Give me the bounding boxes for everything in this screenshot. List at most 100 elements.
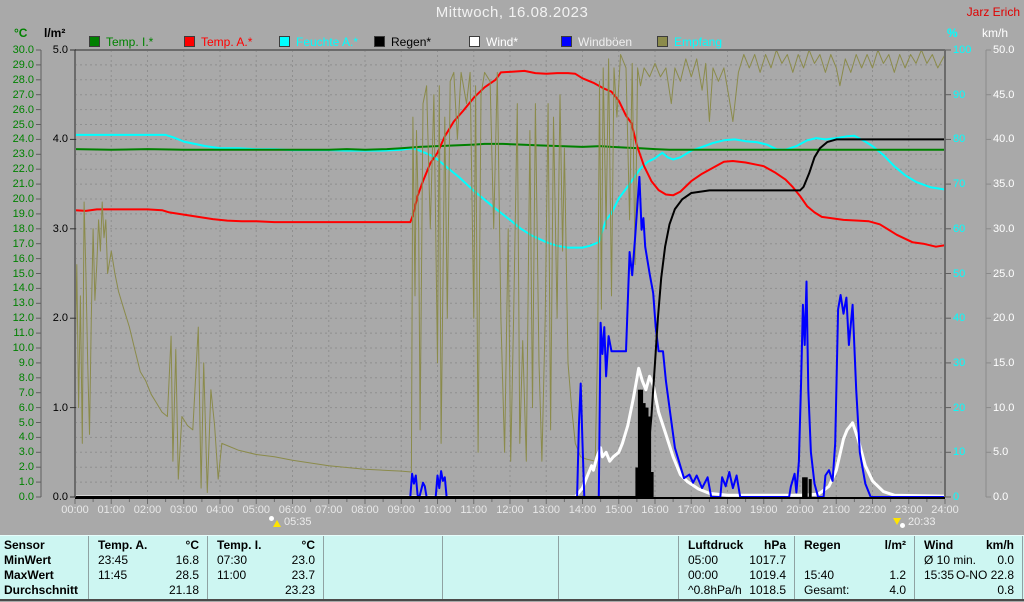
temp-axis-label: 15.0 [12, 267, 34, 280]
table-col-regen: Regen l/m² 15:40 1.2 Gesamt: 4.0 [794, 536, 914, 599]
time-label: 08:00 [351, 504, 379, 516]
cell-right: 4.0 [889, 583, 906, 597]
cell-right: 1019.4 [749, 568, 786, 582]
temp-axis-label: 6.0 [18, 401, 34, 414]
temp-axis-label: 17.0 [12, 237, 34, 250]
cell-left: ^0.8hPa/h [688, 583, 742, 597]
time-label: 13:00 [532, 504, 561, 516]
temp-axis-label: 22.0 [12, 163, 34, 176]
rain-axis-label: 1.0 [52, 401, 68, 414]
cell-left: Gesamt: [804, 583, 850, 597]
time-label: 01:00 [97, 504, 126, 516]
cell-left: 11:45 [98, 568, 128, 582]
humidity-axis-label: 20 [953, 401, 966, 414]
sunset-icon [893, 516, 907, 529]
row-label: MaxWert [4, 568, 54, 582]
time-label: 21:00 [822, 504, 851, 516]
time-label: 03:00 [169, 504, 198, 516]
temp-axis-label: 8.0 [18, 371, 34, 384]
time-label: 02:00 [133, 504, 162, 516]
temp-axis-label: 11.0 [13, 327, 34, 340]
time-label: 06:00 [278, 504, 307, 516]
rain-bar [808, 479, 812, 497]
humidity-axis-label: 10 [953, 446, 966, 459]
wind-axis-label: 25.0 [993, 267, 1015, 280]
temp-axis-label: 26.0 [12, 103, 34, 116]
time-label: 04:00 [206, 504, 234, 516]
temp-axis-label: 20.0 [12, 193, 34, 205]
time-label: 14:00 [568, 504, 597, 516]
temp-axis-label: 14.0 [12, 282, 34, 295]
sunrise-icon [269, 516, 283, 529]
time-label: 23:00 [894, 504, 923, 516]
cell-right: O-NO 22.8 [955, 568, 1014, 582]
wind-axis-label: 50.0 [993, 44, 1015, 56]
sunset-time: 20:33 [908, 516, 936, 528]
weather-app-screen: { "header": { "title": "Mittwoch, 16.08.… [0, 0, 1024, 602]
rain-bar [650, 472, 654, 497]
time-label: 15:00 [604, 504, 633, 516]
temp-axis-label: 27.0 [12, 88, 34, 101]
wind-axis-label: 15.0 [993, 356, 1015, 369]
temp-axis-label: 23.0 [12, 148, 34, 161]
temp-axis-label: 28.0 [12, 73, 34, 86]
cell-left: 07:30 [217, 553, 248, 567]
time-label: 09:00 [387, 504, 416, 516]
temp-axis-label: 19.0 [12, 207, 34, 220]
time-label: 10:00 [423, 504, 452, 516]
temp-axis-label: 16.0 [12, 252, 34, 265]
row-label: Sensor [4, 538, 45, 552]
cell-right: °C [301, 538, 315, 552]
temp-axis-label: 25.0 [12, 118, 34, 131]
wind-axis-label: 45.0 [993, 88, 1015, 101]
humidity-axis-label: 50 [953, 267, 966, 280]
wind-axis-label: 20.0 [993, 312, 1015, 325]
table-col-luftdruck: Luftdruck hPa 05:00 1017.7 00:00 1019.4 ^0.8hP… [678, 536, 794, 599]
cell-right: 23.23 [284, 583, 315, 597]
cell-right: 23.0 [291, 553, 315, 567]
time-label: 11:00 [460, 504, 488, 516]
cell-right: l/m² [884, 538, 906, 552]
table-col-temp-a: Temp. A. °C 23:45 16.8 11:45 28.5 21.18 [88, 536, 207, 599]
humidity-axis-label: 40 [953, 312, 966, 325]
time-label: 17:00 [677, 504, 706, 516]
cell-right: 23.7 [291, 568, 315, 582]
cell-right: 1018.5 [749, 583, 786, 597]
temp-axis-label: 5.0 [18, 416, 34, 429]
time-label: 22:00 [858, 504, 887, 516]
cell-left: Temp. I. [217, 538, 262, 552]
temp-axis-label: 1.0 [18, 476, 34, 489]
humidity-axis-label: 60 [953, 222, 966, 235]
time-label: 18:00 [713, 504, 742, 516]
wind-axis-label: 30.0 [993, 222, 1015, 235]
cell-right: 0.0 [997, 553, 1014, 567]
rain-bar [802, 477, 806, 497]
humidity-axis-label: 100 [953, 44, 972, 56]
sunrise-time: 05:35 [284, 516, 312, 528]
cell-left: Luftdruck [688, 538, 744, 552]
temp-axis-label: 9.0 [18, 356, 34, 369]
row-label: MinWert [4, 553, 52, 567]
temp-axis-label: 3.0 [18, 446, 34, 459]
table-col-empty-2 [442, 536, 558, 599]
cell-right: 0.8 [997, 583, 1014, 597]
humidity-axis-label: 80 [953, 133, 966, 146]
humidity-axis-label: 30 [953, 356, 966, 369]
cell-left: 05:00 [688, 553, 719, 567]
time-label: 20:00 [786, 504, 814, 516]
sensor-table: Sensor MinWert MaxWert Durchschnitt Temp. A.… [0, 535, 1024, 601]
cell-right: 16.8 [175, 553, 199, 567]
time-label: 12:00 [496, 504, 524, 516]
humidity-axis-label: 70 [953, 178, 966, 191]
time-label: 07:00 [314, 504, 343, 516]
wind-axis-label: 40.0 [993, 133, 1015, 146]
rain-bar [804, 477, 808, 497]
time-label: 16:00 [641, 504, 669, 516]
row-label: Durchschnitt [4, 583, 79, 597]
cell-left: 00:00 [688, 568, 719, 582]
cell-left: 23:45 [98, 553, 129, 567]
time-label: 19:00 [749, 504, 778, 516]
temp-axis-label: 24.0 [12, 133, 34, 146]
temp-axis-label: 18.0 [12, 222, 34, 235]
temp-axis-label: 0.0 [18, 491, 34, 503]
